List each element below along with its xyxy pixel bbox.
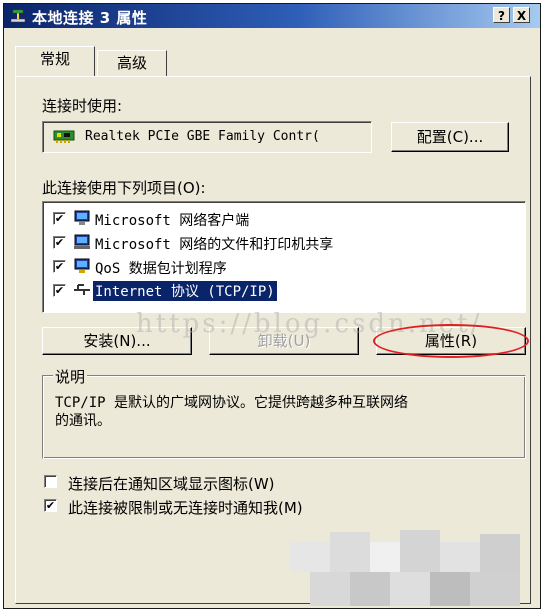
show-icon-label: 连接后在通知区域显示图标(W) — [68, 475, 275, 493]
mosaic-overlay — [270, 520, 540, 610]
component-checkbox[interactable]: ✔ — [53, 212, 66, 225]
tab-general[interactable]: 常规 — [15, 46, 95, 76]
component-label: QoS 数据包计划程序 — [95, 261, 227, 277]
component-checkbox[interactable]: ✔ — [53, 236, 66, 249]
description-groupbox: 说明 TCP/IP 是默认的广域网协议。它提供跨越多种互联网络 的通讯。 — [42, 366, 526, 459]
qos-scheduler-icon — [74, 258, 90, 273]
close-button[interactable]: X — [513, 7, 530, 23]
watermark: https://blog.csdn.net/ — [136, 309, 483, 339]
component-checkbox[interactable]: ✔ — [53, 260, 66, 273]
component-label: Internet 协议 (TCP/IP) — [92, 280, 278, 302]
components-label: 此连接使用下列项目(O): — [42, 179, 206, 197]
file-printer-sharing-icon — [74, 234, 90, 249]
window-title: 本地连接 3 属性 — [32, 9, 148, 27]
help-button[interactable]: ? — [493, 7, 510, 23]
description-text: TCP/IP 是默认的广域网协议。它提供跨越多种互联网络 的通讯。 — [55, 394, 408, 430]
properties-dialog: 本地连接 3 属性 ? X 常规 高级 连接时使用: Realtek PCIe … — [3, 3, 541, 609]
configure-button[interactable]: 配置(C)... — [391, 122, 509, 152]
network-client-icon — [74, 210, 90, 225]
notify-label: 此连接被限制或无连接时通知我(M) — [68, 499, 303, 517]
component-label: Microsoft 网络的文件和打印机共享 — [95, 237, 334, 253]
show-icon-checkbox[interactable] — [44, 475, 57, 488]
component-checkbox[interactable]: ✔ — [53, 284, 66, 297]
protocol-icon — [74, 284, 90, 295]
component-label: Microsoft 网络客户端 — [95, 213, 250, 229]
tab-advanced[interactable]: 高级 — [97, 50, 167, 76]
components-list[interactable]: ✔ Microsoft 网络客户端 ✔ Microsoft 网络的文件和打印机共… — [42, 201, 526, 313]
connect-using-label: 连接时使用: — [42, 97, 123, 115]
description-line: TCP/IP 是默认的广域网协议。它提供跨越多种互联网络 — [55, 395, 408, 411]
description-line: 的通讯。 — [55, 413, 111, 429]
adapter-field: Realtek PCIe GBE Family Contr( — [42, 121, 372, 153]
description-title: 说明 — [53, 366, 88, 387]
network-adapter-icon — [53, 130, 75, 143]
title-bar[interactable]: 本地连接 3 属性 ? X — [4, 4, 540, 28]
network-connection-icon — [10, 9, 26, 23]
notify-checkbox[interactable]: ✔ — [44, 499, 57, 512]
adapter-name: Realtek PCIe GBE Family Contr( — [85, 129, 320, 144]
